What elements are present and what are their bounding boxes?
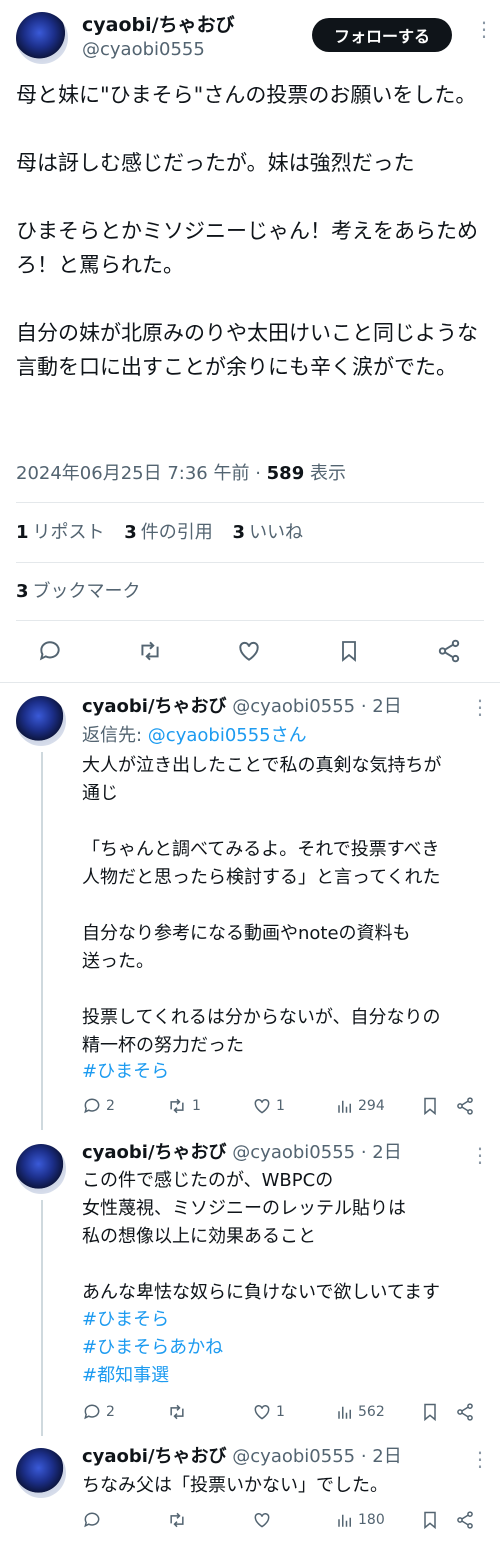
like-icon [254,1512,270,1528]
reply-author-handle[interactable]: @cyaobi0555 [232,1446,355,1467]
share-icon[interactable] [436,638,462,664]
reply-avatar[interactable] [16,1144,66,1194]
like-action[interactable]: 1 [252,1402,285,1422]
repost-action[interactable]: 1 [166,1096,201,1116]
reply-avatar[interactable] [16,1448,66,1498]
repost-action[interactable] [166,1402,192,1422]
reply-author-name[interactable]: cyaobi/ちゃおび [82,696,227,717]
reposts-stat[interactable]: 1 リポスト [16,522,105,543]
more-icon[interactable]: ⋮ [470,1145,490,1165]
more-icon[interactable]: ⋮ [474,19,494,39]
more-icon[interactable]: ⋮ [470,697,490,717]
repost-icon [170,1098,184,1114]
bookmark-icon[interactable] [420,1402,440,1422]
views-icon [338,1406,351,1419]
like-action[interactable] [252,1510,276,1530]
reply-time[interactable]: · 2日 [355,696,402,717]
hashtag[interactable]: #都知事選 [82,1362,169,1390]
views-count: 589 [266,463,305,484]
reply-author-handle[interactable]: @cyaobi0555 [232,696,355,717]
repost-icon [170,1404,184,1420]
likes-stat[interactable]: 3 いいね [233,522,304,543]
follow-button[interactable]: フォローする [312,18,452,52]
reply-icon [84,1098,100,1114]
bookmark-icon[interactable] [420,1510,440,1530]
reply-text: この件で感じたのが、WBPCの 女性蔑視、ミソジニーのレッテル貼りは 私の想像以… [82,1170,441,1303]
bookmarks-stat[interactable]: 3 ブックマーク [16,578,141,606]
reply-to-handle[interactable]: @cyaobi0555さん [148,725,307,746]
reply-text: 大人が泣き出したことで私の真剣な気持ちが 通じ 「ちゃんと調べてみるよ。それで投… [82,755,442,1056]
repost-action[interactable] [166,1510,192,1530]
reply-header: cyaobi/ちゃおび @cyaobi0555 · 2日 [82,1444,402,1470]
tweet-meta: 2024年06月25日 7:36 午前 · 589 表示 [16,460,346,488]
share-icon[interactable] [455,1402,475,1422]
author-handle[interactable]: @cyaobi0555 [82,38,205,62]
repost-icon [170,1512,184,1528]
hashtag[interactable]: #ひまそら [82,1058,169,1086]
views-action[interactable]: 180 [336,1510,385,1530]
like-action[interactable]: 1 [252,1096,285,1116]
views-action[interactable]: 562 [336,1402,385,1422]
reply-author-name[interactable]: cyaobi/ちゃおび [82,1142,227,1163]
more-icon[interactable]: ⋮ [470,1449,490,1469]
reply-icon[interactable] [37,638,63,664]
reply-time[interactable]: · 2日 [355,1142,402,1163]
bookmark-icon[interactable] [420,1096,440,1116]
like-icon [254,1404,270,1420]
reply-author-name[interactable]: cyaobi/ちゃおび [82,1446,227,1467]
reply-action[interactable]: 2 [82,1096,115,1116]
reply-author-handle[interactable]: @cyaobi0555 [232,1142,355,1163]
reply-icon [84,1404,100,1420]
views-action[interactable]: 294 [336,1096,385,1116]
share-icon[interactable] [455,1510,475,1530]
author-avatar[interactable] [16,12,68,64]
bookmark-icon[interactable] [337,638,361,664]
reply-text: ちなみ父は「投票いかない」でした。 [82,1475,388,1496]
repost-icon[interactable] [136,638,164,664]
author-name[interactable]: cyaobi/ちゃおび [82,12,235,38]
views-label: 表示 [304,463,346,484]
reply-header: cyaobi/ちゃおび @cyaobi0555 · 2日 [82,694,402,720]
reply-action[interactable] [82,1510,106,1530]
hashtag[interactable]: #ひまそらあかね [82,1334,223,1362]
share-icon[interactable] [455,1096,475,1116]
reply-to: 返信先: @cyaobi0555さん [82,725,307,746]
reply-avatar[interactable] [16,696,66,746]
hashtag[interactable]: #ひまそら [82,1306,169,1334]
views-icon [338,1514,351,1527]
tweet-text: 母と妹に"ひまそら"さんの投票のお願いをした。 母は訝しむ感じだったが。妹は強烈… [16,83,478,379]
reply-time[interactable]: · 2日 [355,1446,402,1467]
quotes-stat[interactable]: 3 件の引用 [124,522,213,543]
reply-action[interactable]: 2 [82,1402,115,1422]
views-icon [338,1100,351,1113]
reply-icon [84,1512,100,1528]
tweet-timestamp[interactable]: 2024年06月25日 7:36 午前 [16,463,249,484]
engagement-stats: 1 リポスト 3 件の引用 3 いいね [16,519,303,547]
reply-header: cyaobi/ちゃおび @cyaobi0555 · 2日 [82,1140,402,1166]
like-icon[interactable] [236,638,262,664]
like-icon [254,1098,270,1114]
meta-separator: · [249,463,267,484]
